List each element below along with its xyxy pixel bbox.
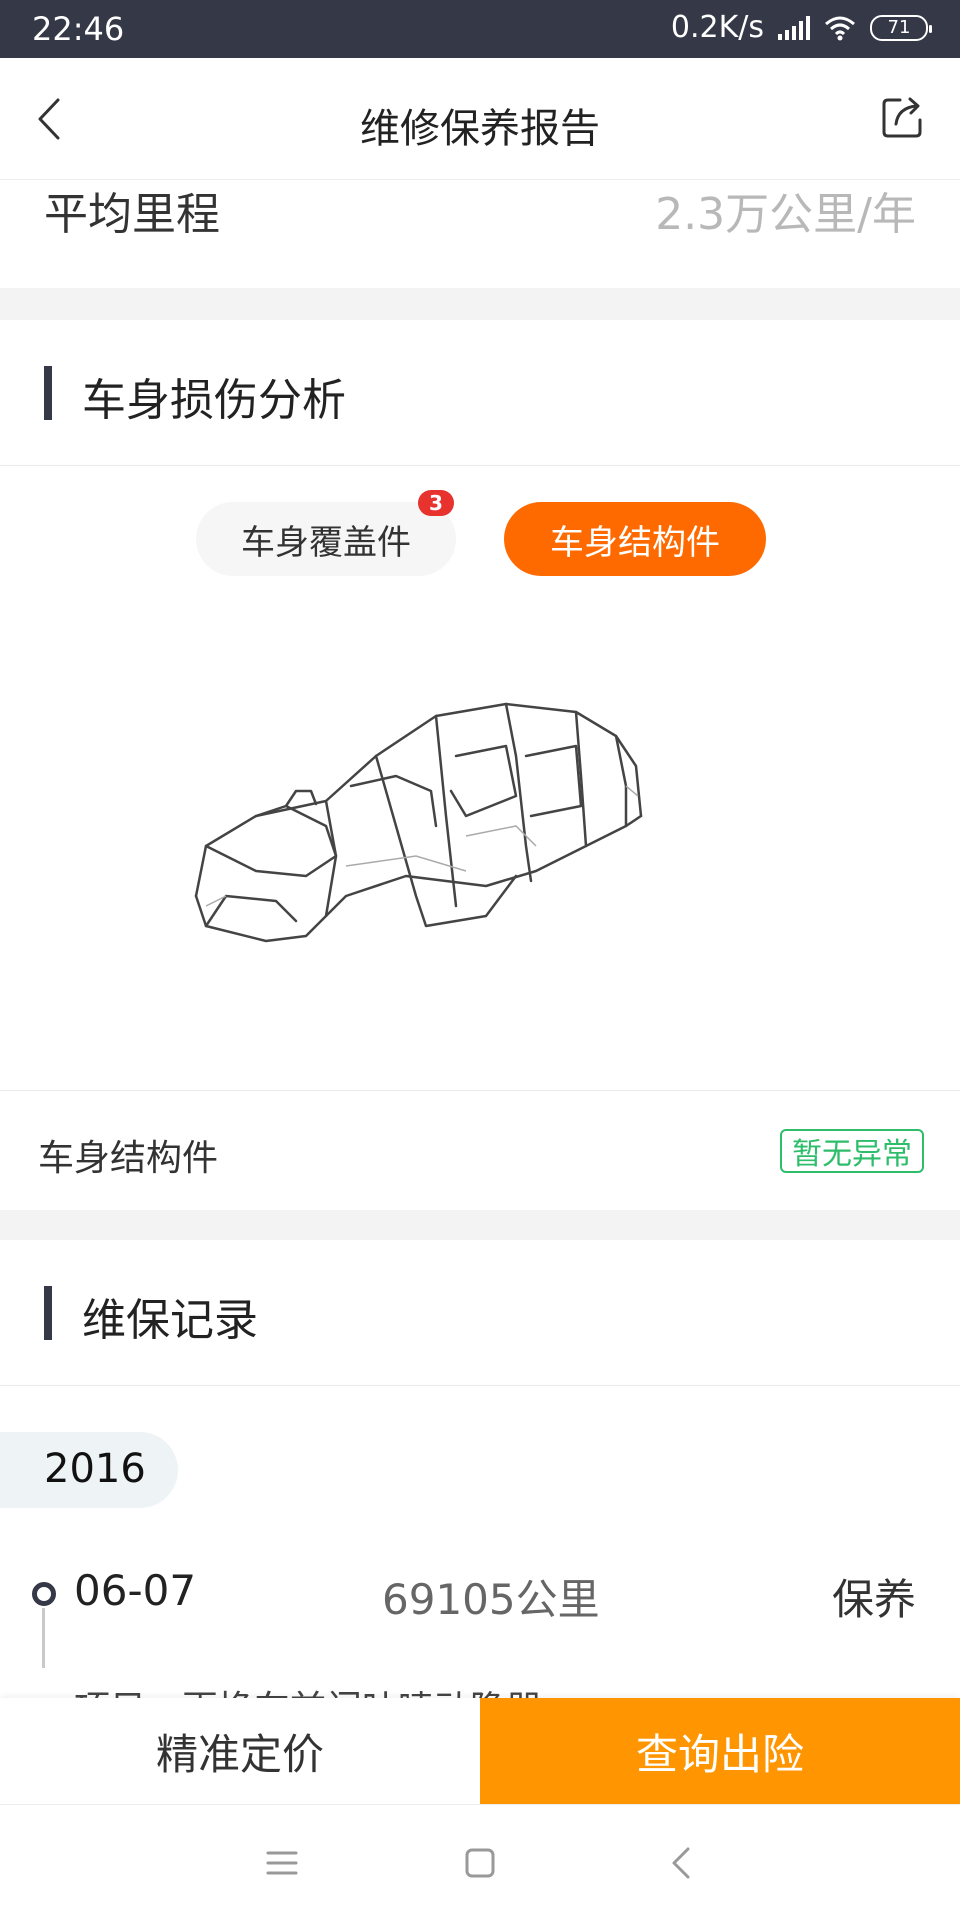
maintenance-section-header: 维保记录 <box>0 1240 960 1386</box>
status-badge: 暂无异常 <box>780 1129 924 1173</box>
system-nav-bar <box>0 1804 960 1920</box>
damage-tabs-panel: 车身覆盖件 3 车身结构件 <box>0 466 960 1126</box>
battery-icon: 71 <box>870 14 932 41</box>
tab-body-cover[interactable]: 车身覆盖件 <box>196 502 456 576</box>
record-type: 保养 <box>831 1575 916 1624</box>
record-mileage: 69105公里 <box>382 1575 600 1624</box>
query-insurance-button[interactable]: 查询出险 <box>480 1698 960 1804</box>
page-title: 维修保养报告 <box>360 106 600 152</box>
damage-section-title: 车身损伤分析 <box>82 375 346 426</box>
wifi-icon <box>825 16 855 40</box>
section-divider <box>0 288 960 320</box>
structure-result-label: 车身结构件 <box>38 1138 219 1179</box>
precise-pricing-button[interactable]: 精准定价 <box>0 1698 480 1804</box>
timeline-line <box>42 1608 45 1668</box>
year-label: 2016 <box>0 1432 178 1508</box>
system-back-icon[interactable] <box>662 1843 702 1883</box>
status-time: 22:46 <box>32 10 125 48</box>
tab-body-structure[interactable]: 车身结构件 <box>504 502 766 576</box>
nav-bar: 维修保养报告 <box>0 58 960 180</box>
status-bar: 22:46 0.2K/s 71 <box>0 0 960 58</box>
damage-section-header: 车身损伤分析 <box>0 320 960 466</box>
share-icon[interactable] <box>880 92 926 142</box>
maintenance-section-title: 维保记录 <box>82 1295 258 1346</box>
section-accent-bar <box>44 366 52 420</box>
signal-icon <box>778 15 810 40</box>
section-accent-bar <box>44 1286 52 1340</box>
status-indicators: 0.2K/s 71 <box>670 10 932 45</box>
average-mileage-row: 平均里程 2.3万公里/年 <box>0 180 960 288</box>
car-body-structure-diagram <box>194 702 643 943</box>
home-icon[interactable] <box>460 1843 500 1883</box>
network-speed: 0.2K/s <box>670 10 764 45</box>
structure-result-row: 车身结构件 暂无异常 <box>0 1090 960 1210</box>
maintenance-record-row[interactable]: 06-07 69105公里 保养 <box>0 1556 960 1668</box>
menu-icon[interactable] <box>262 1843 302 1883</box>
section-divider <box>0 1210 960 1240</box>
bottom-action-bar: 精准定价 查询出险 <box>0 1698 960 1804</box>
timeline-dot-icon <box>32 1582 56 1606</box>
average-mileage-value: 2.3万公里/年 <box>655 189 916 240</box>
record-date: 06-07 <box>74 1566 197 1615</box>
average-mileage-label: 平均里程 <box>44 189 220 240</box>
year-text: 2016 <box>44 1446 146 1492</box>
tab-badge-count: 3 <box>418 490 454 516</box>
battery-level: 71 <box>887 17 911 38</box>
